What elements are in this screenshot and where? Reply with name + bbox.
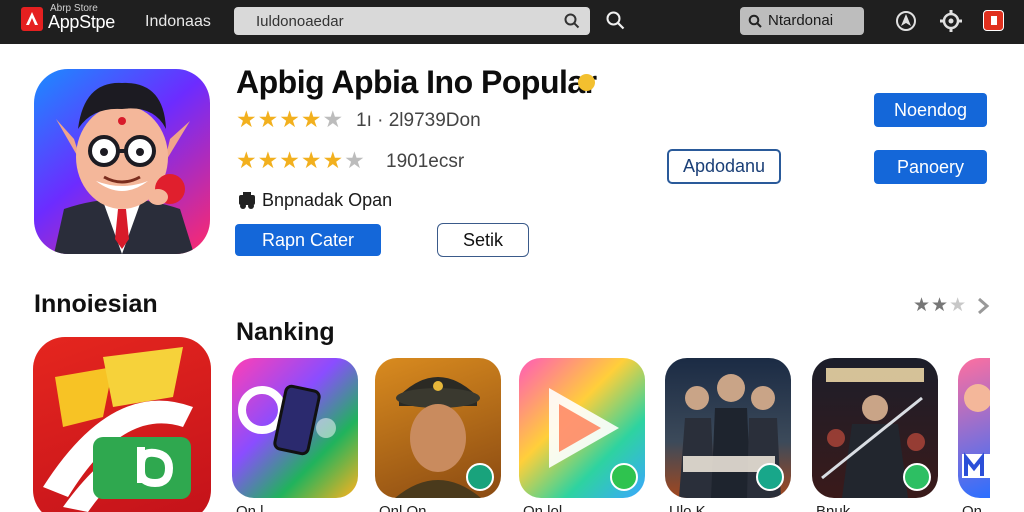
featured-app-icon[interactable] [34, 69, 210, 254]
ranking-app-4[interactable] [665, 358, 791, 498]
region-flag-icon[interactable] [983, 10, 1004, 31]
chat-badge-icon [466, 463, 494, 491]
ranking-app-5[interactable] [812, 358, 938, 498]
preview-button[interactable]: Panoery [874, 150, 987, 184]
search-icon[interactable] [564, 13, 580, 29]
rating-stars-1: ★★★★★ [236, 106, 345, 132]
chat-badge-icon [756, 463, 784, 491]
search-input[interactable] [234, 7, 554, 35]
region-label[interactable]: Indonaas [145, 13, 211, 31]
ranking-app-2[interactable] [375, 358, 501, 498]
search-icon [748, 14, 762, 28]
rating-summary-1: 1ı · 2l9739Don [356, 110, 481, 131]
developer-name[interactable]: Bnpnadak Opan [262, 190, 392, 211]
rating-stars-2: ★★★★★★ [236, 147, 366, 173]
account-button[interactable]: Ntardonai [740, 7, 864, 35]
rating-summary-2: 1901ecsr [386, 151, 465, 172]
update-button[interactable]: Apdodanu [667, 149, 781, 184]
ranking-app-3-name[interactable]: On lol [523, 503, 562, 512]
notification-icon[interactable] [895, 9, 917, 33]
editor-choice-badge-icon [578, 74, 595, 91]
chevron-right-icon[interactable] [976, 297, 990, 315]
settings-button[interactable]: Setik [437, 223, 529, 257]
ranking-app-5-name[interactable]: Bnuk [816, 503, 850, 512]
top-bar: Abrp Store AppStpe Indonaas Ntardonai [0, 0, 1024, 44]
section-title-ranking: Nanking [236, 318, 335, 346]
phone-badge-icon [610, 463, 638, 491]
developer-icon [239, 192, 255, 209]
featured-app-title[interactable]: Apbig Apbia Ino Popular [236, 64, 597, 101]
chat-badge-icon [903, 463, 931, 491]
ranking-app-1[interactable] [232, 358, 358, 498]
app-store-logo-icon[interactable] [21, 7, 43, 31]
download-button[interactable]: Noendog [874, 93, 987, 127]
ranking-app-2-name[interactable]: Onl On [379, 503, 427, 512]
section-rating-stars: ★★★ [913, 295, 968, 316]
phone-icon [238, 384, 336, 456]
search-bar[interactable] [234, 7, 590, 35]
ranking-app-4-name[interactable]: Ulo K [669, 503, 706, 512]
ranking-app-3[interactable] [519, 358, 645, 498]
get-app-button[interactable]: Rapn Cater [235, 224, 381, 256]
ranking-app-1-name[interactable]: On l [236, 503, 264, 512]
cartoon-character-icon [54, 82, 194, 254]
app-logo-icon [43, 347, 193, 512]
ranking-app-6[interactable] [958, 358, 990, 498]
search-icon[interactable] [606, 11, 625, 30]
account-label: Ntardonai [768, 12, 834, 29]
settings-gear-icon[interactable] [939, 9, 963, 33]
ranking-app-6-name[interactable]: On [962, 503, 982, 512]
logo-title[interactable]: AppStpe [48, 12, 115, 33]
section-title-left: Innoiesian [34, 290, 158, 318]
indonesian-app-icon[interactable] [33, 337, 211, 512]
app-logo-icon [962, 384, 990, 478]
